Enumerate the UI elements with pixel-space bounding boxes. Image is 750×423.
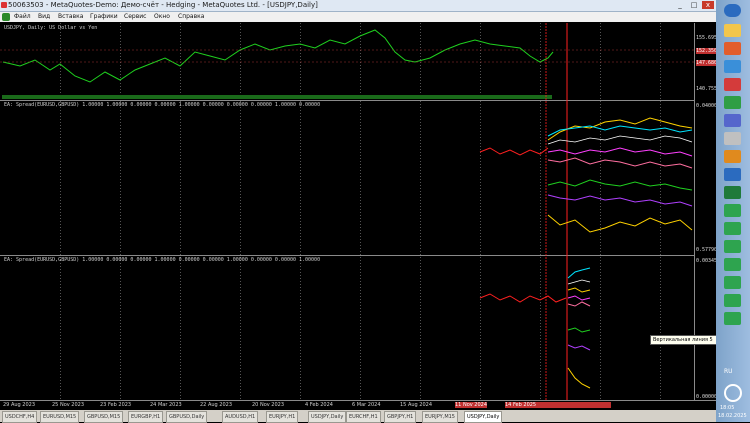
explorer-icon[interactable] (724, 24, 741, 37)
price-label: 140.755 (696, 86, 718, 92)
time-label: 14 Feb 2025 (505, 402, 611, 408)
price-label: 0.00345 (696, 258, 718, 264)
app-icon[interactable] (724, 186, 741, 199)
tab-eurusd-m15[interactable]: EURUSD,M15 (40, 411, 80, 423)
browser-icon[interactable] (724, 42, 741, 55)
time-label: 23 Feb 2023 (100, 402, 132, 408)
spread2-white-series (567, 279, 591, 285)
app-icon[interactable] (724, 150, 741, 163)
spread2-red-series (479, 293, 567, 303)
time-label: 25 Nov 2023 (52, 402, 85, 408)
tab-eurjpy-h1[interactable]: EURJPY,H1 (266, 411, 299, 423)
tab-usdjpy-daily[interactable]: USDJPY,Daily (308, 411, 347, 423)
price-label: 152.350 (696, 48, 718, 54)
tab-gbpusd-m15[interactable]: GBPUSD,M15 (84, 411, 124, 423)
terminal-icon[interactable] (724, 258, 741, 271)
time-label: 4 Feb 2024 (305, 402, 333, 408)
spread2-cyan-series (567, 267, 591, 279)
price-label: 147.680 (696, 60, 718, 66)
spread-green-series (547, 179, 693, 191)
object-tooltip: Вертикальная линия 5 (650, 335, 724, 345)
spread-magenta-series (547, 147, 693, 157)
terminal-icon[interactable] (724, 276, 741, 289)
chart-canvas (0, 23, 694, 400)
spread-white-series (547, 135, 693, 145)
time-label: 29 Aug 2023 (3, 402, 36, 408)
start-button-icon[interactable] (724, 4, 741, 17)
spread-yellow-low-series (547, 214, 693, 233)
terminal-icon[interactable] (724, 294, 741, 307)
clock-date[interactable]: 18.02.2025 (718, 413, 747, 419)
spread2-yellow-series (567, 287, 591, 293)
spread2-purple-series (567, 344, 591, 351)
tab-gbpusd-daily[interactable]: GBPUSD,Daily (166, 411, 208, 423)
spread2-green-series (567, 327, 591, 333)
time-label: 22 Aug 2023 (200, 402, 233, 408)
spread2-magenta-series (567, 295, 591, 301)
tab-usdchf-h4[interactable]: USDCHF,H4 (2, 411, 38, 423)
app-icon[interactable] (724, 96, 741, 109)
app-icon[interactable] (724, 114, 741, 127)
time-label: 11 Nov 2024 (455, 402, 488, 408)
terminal-icon[interactable] (724, 240, 741, 253)
spread-purple-series (547, 194, 693, 207)
language-indicator[interactable]: RU (724, 368, 733, 375)
spread-pink-series (547, 157, 693, 169)
app-icon[interactable] (724, 168, 741, 181)
spread-red-series (479, 147, 549, 156)
time-label: 6 Mar 2024 (352, 402, 381, 408)
clock-time[interactable]: 18:05 (720, 405, 734, 411)
terminal-icon[interactable] (724, 222, 741, 235)
windows-taskbar: RU 18:05 18.02.2025 (716, 0, 750, 422)
time-label: 24 Mar 2023 (150, 402, 182, 408)
price-label: 0.04000 (696, 103, 718, 109)
spread-cyan-series (547, 125, 693, 137)
tab-usdjpy-daily-active[interactable]: USDJPY,Daily (464, 411, 503, 423)
usdjpy-price-line (2, 29, 554, 83)
spread2-pink-series (567, 301, 591, 307)
tab-eurchf-h1[interactable]: EURCHF,H1 (346, 411, 381, 423)
time-label: 20 Nov 2023 (252, 402, 285, 408)
tab-gbpjpy-h1[interactable]: GBPJPY,H1 (384, 411, 417, 423)
zoom-icon[interactable] (724, 384, 742, 402)
tab-eurgbp-h1[interactable]: EURGBP,H1 (128, 411, 164, 423)
app-icon[interactable] (724, 60, 741, 73)
price-label: 0.57790 (696, 247, 718, 253)
app-icon[interactable] (724, 132, 741, 145)
volume-bars (2, 95, 552, 99)
main-chart-label: USDJPY, Daily: US Dollar vs Yen (4, 25, 98, 31)
indicator1-label: EA: Spread(EURUSD,GBPUSD) 1.00000 1.0000… (4, 102, 321, 108)
app-icon[interactable] (724, 78, 741, 91)
terminal-icon[interactable] (724, 312, 741, 325)
tab-eurjpy-m15[interactable]: EURJPY,M15 (422, 411, 458, 423)
terminal-icon[interactable] (724, 204, 741, 217)
indicator2-label: EA: Spread(EURUSD,GBPUSD) 1.00000 0.0000… (4, 257, 321, 263)
spread2-yellow-low-series (567, 367, 591, 389)
time-label: 15 Aug 2024 (400, 402, 433, 408)
chart-tabs: USDCHF,H4 EURUSD,M15 GBPUSD,M15 EURGBP,H… (0, 410, 716, 423)
price-label: 155.695 (696, 35, 718, 41)
tab-audusd-h1[interactable]: AUDUSD,H1 (222, 411, 259, 423)
